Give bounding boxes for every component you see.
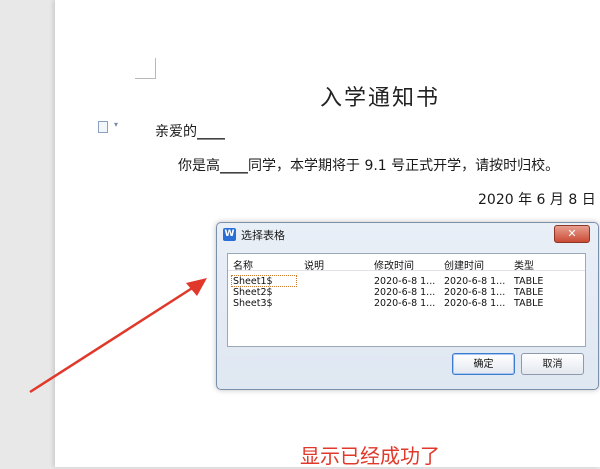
arrow-head-icon [186,278,207,296]
annotation-caption: 显示已经成功了 [300,444,440,468]
annotation-arrow [29,278,207,394]
arrow-shaft [29,283,198,394]
